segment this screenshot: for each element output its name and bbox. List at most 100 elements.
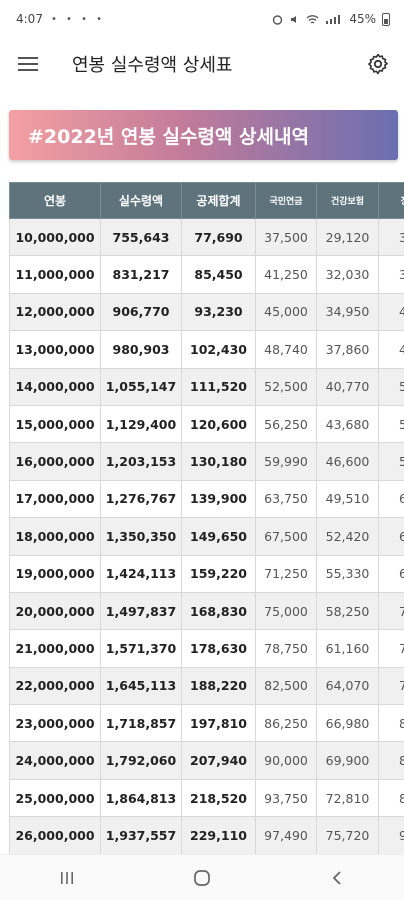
battery-icon	[382, 12, 390, 26]
table-cell: 3,9	[378, 255, 404, 294]
table-cell: 7,5	[378, 629, 404, 668]
section-banner: #2022년 연봉 실수령액 상세내역	[9, 110, 398, 160]
table-row: 23,000,0001,718,857197,81086,25066,9808,…	[9, 704, 404, 743]
table-cell: 75,000	[255, 591, 317, 631]
col-header-health-insurance: 건강보험	[316, 182, 379, 219]
table-cell: 11,000,000	[9, 255, 101, 294]
table-cell: 72,810	[316, 778, 379, 818]
table-cell: 6,4	[378, 517, 404, 556]
table-cell: 69,900	[316, 741, 379, 780]
table-header-row: 연봉 실수령액 공제합계 국민연금 건강보험 장기	[9, 182, 404, 219]
table-cell: 14,000,000	[9, 367, 101, 406]
home-icon[interactable]	[172, 858, 232, 898]
table-cell: 40,770	[316, 367, 379, 406]
table-cell: 111,520	[181, 367, 256, 406]
menu-icon[interactable]	[0, 38, 56, 90]
table-cell: 5,0	[378, 367, 404, 406]
table-cell: 1,937,557	[100, 816, 182, 854]
table-cell: 52,500	[255, 367, 317, 406]
table-row: 16,000,0001,203,153130,18059,99046,6005,…	[9, 442, 404, 481]
table-cell: 82,500	[255, 666, 317, 706]
col-header-net-pay: 실수령액	[100, 182, 182, 219]
table-row: 24,000,0001,792,060207,94090,00069,9008,…	[9, 741, 404, 780]
table-row: 11,000,000831,21785,45041,25032,0303,9	[9, 255, 404, 294]
table-cell: 18,000,000	[9, 517, 101, 556]
col-header-salary: 연봉	[9, 182, 101, 219]
table-cell: 3,5	[378, 217, 404, 257]
table-cell: 59,990	[255, 442, 317, 481]
table-cell: 34,950	[316, 292, 379, 332]
table-cell: 19,000,000	[9, 554, 101, 593]
table-cell: 5,7	[378, 442, 404, 481]
salary-table: 연봉 실수령액 공제합계 국민연금 건강보험 장기 10,000,000755,…	[9, 182, 404, 854]
page-title: 연봉 실수령액 상세표	[72, 55, 233, 76]
table-cell: 8,2	[378, 704, 404, 743]
table-cell: 168,830	[181, 591, 256, 631]
table-cell: 159,220	[181, 554, 256, 593]
table-cell: 23,000,000	[9, 704, 101, 743]
table-cell: 49,510	[316, 479, 379, 519]
table-cell: 55,330	[316, 554, 379, 593]
table-cell: 102,430	[181, 330, 256, 369]
table-row: 19,000,0001,424,113159,22071,25055,3306,…	[9, 554, 404, 593]
status-bar: 4:07 • • • • 45%	[0, 0, 404, 38]
table-cell: 63,750	[255, 479, 317, 519]
app-bar: 연봉 실수령액 상세표	[0, 38, 404, 90]
table-cell: 5,3	[378, 404, 404, 444]
table-cell: 25,000,000	[9, 778, 101, 818]
table-cell: 1,203,153	[100, 442, 182, 481]
table-cell: 120,600	[181, 404, 256, 444]
table-cell: 17,000,000	[9, 479, 101, 519]
table-cell: 77,690	[181, 217, 256, 257]
table-cell: 20,000,000	[9, 591, 101, 631]
table-cell: 46,600	[316, 442, 379, 481]
table-cell: 1,055,147	[100, 367, 182, 406]
recent-apps-icon[interactable]	[37, 858, 97, 898]
table-cell: 22,000,000	[9, 666, 101, 706]
table-row: 26,000,0001,937,557229,11097,49075,7209,…	[9, 816, 404, 854]
table-cell: 15,000,000	[9, 404, 101, 444]
table-cell: 97,490	[255, 816, 317, 854]
wifi-icon	[306, 14, 319, 24]
table-cell: 980,903	[100, 330, 182, 369]
gear-icon[interactable]	[352, 38, 404, 90]
col-header-pension: 국민연금	[255, 182, 317, 219]
table-cell: 37,860	[316, 330, 379, 369]
table-cell: 9,2	[378, 816, 404, 854]
table-cell: 12,000,000	[9, 292, 101, 332]
table-cell: 64,070	[316, 666, 379, 706]
table-cell: 52,420	[316, 517, 379, 556]
table-cell: 61,160	[316, 629, 379, 668]
banner-title: #2022년 연봉 실수령액 상세내역	[28, 125, 309, 148]
table-cell: 1,424,113	[100, 554, 182, 593]
table-cell: 1,129,400	[100, 404, 182, 444]
table-row: 13,000,000980,903102,43048,74037,8604,6	[9, 330, 404, 369]
table-cell: 67,500	[255, 517, 317, 556]
table-cell: 56,250	[255, 404, 317, 444]
table-cell: 26,000,000	[9, 816, 101, 854]
table-cell: 7,8	[378, 666, 404, 706]
battery-percent: 45%	[349, 12, 376, 26]
table-row: 14,000,0001,055,147111,52052,50040,7705,…	[9, 367, 404, 406]
table-cell: 188,220	[181, 666, 256, 706]
table-cell: 906,770	[100, 292, 182, 332]
table-cell: 32,030	[316, 255, 379, 294]
table-cell: 1,645,113	[100, 666, 182, 706]
table-cell: 1,792,060	[100, 741, 182, 780]
table-cell: 755,643	[100, 217, 182, 257]
salary-table-container[interactable]: 연봉 실수령액 공제합계 국민연금 건강보험 장기 10,000,000755,…	[9, 182, 404, 854]
table-cell: 1,350,350	[100, 517, 182, 556]
table-cell: 139,900	[181, 479, 256, 519]
table-cell: 7,1	[378, 591, 404, 631]
table-cell: 4,2	[378, 292, 404, 332]
signal-icon	[326, 14, 341, 24]
mute-icon	[291, 15, 297, 23]
table-cell: 6,7	[378, 554, 404, 593]
table-cell: 43,680	[316, 404, 379, 444]
table-cell: 1,497,837	[100, 591, 182, 631]
back-icon[interactable]	[307, 858, 367, 898]
table-row: 12,000,000906,77093,23045,00034,9504,2	[9, 292, 404, 332]
table-cell: 85,450	[181, 255, 256, 294]
table-cell: 1,276,767	[100, 479, 182, 519]
col-header-deduction-total: 공제합계	[181, 182, 256, 219]
